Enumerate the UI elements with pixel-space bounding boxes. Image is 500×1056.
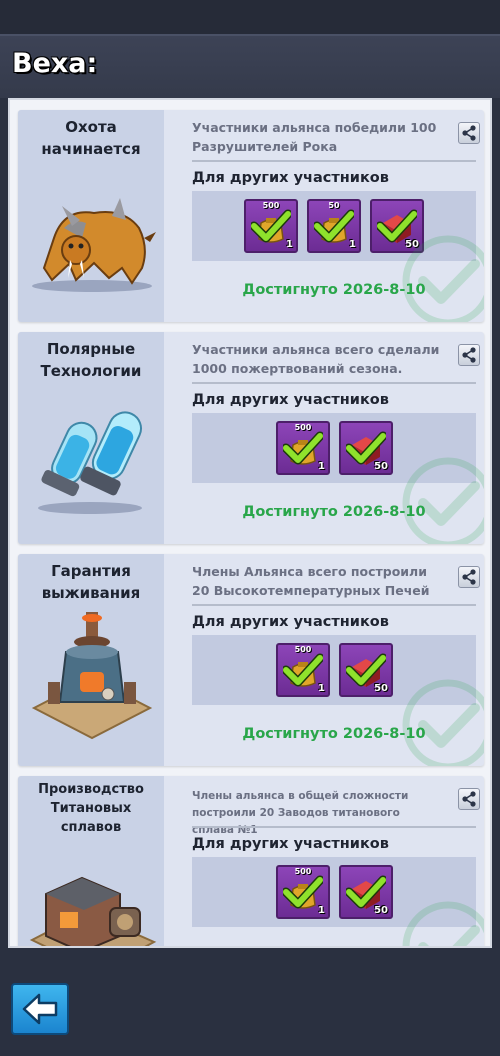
check-icon [346, 431, 386, 465]
milestone-description: Участники альянса победили 100 Разрушите… [192, 120, 437, 154]
milestone-info: Производство Титановых сплавов [18, 776, 164, 946]
milestone-info: Полярные Технологии [18, 332, 164, 544]
milestone-description: Члены альянса в общей сложности построил… [192, 790, 409, 836]
check-icon [283, 653, 323, 687]
milestone-title-line: Гарантия [51, 562, 131, 580]
milestone-title-line: Полярные [46, 340, 136, 358]
titanium-factory-image [29, 876, 157, 946]
rewards-subtitle: Для других участников [192, 836, 389, 852]
milestone-title: Гарантия выживания [18, 560, 164, 604]
share-button[interactable] [458, 788, 480, 810]
milestone-title-line: Технологии [40, 362, 142, 380]
reward-item[interactable]: 500 1 [276, 421, 330, 475]
milestone-list[interactable]: Охота начинается Участники альянса побед… [8, 98, 492, 948]
top-bar [0, 0, 500, 34]
share-button[interactable] [458, 566, 480, 588]
reward-count: 1 [318, 905, 325, 916]
milestone-title-line: Производство [38, 782, 144, 797]
milestone-title-line: Титановых [50, 801, 132, 816]
reward-label: 500 [262, 201, 280, 210]
page-title: Веха: [12, 48, 98, 79]
milestone-card: Производство Титановых сплавов Члены аль… [18, 776, 484, 946]
milestone-title-line: начинается [41, 140, 141, 158]
milestone-info: Охота начинается [18, 110, 164, 322]
divider [192, 382, 476, 384]
completed-check-icon [402, 901, 484, 946]
milestone-title: Полярные Технологии [18, 338, 164, 382]
divider [192, 826, 476, 828]
glass-capsules-image [38, 411, 142, 514]
milestone-description: Участники альянса всего сделали 1000 пож… [192, 342, 440, 376]
reward-count: 1 [349, 239, 356, 250]
reward-item[interactable]: 500 1 [276, 643, 330, 697]
milestone-card: Полярные Технологии Участники альянса вс… [18, 332, 484, 544]
back-button[interactable] [11, 983, 69, 1035]
milestone-title-line: выживания [41, 584, 141, 602]
milestone-title: Охота начинается [18, 116, 164, 160]
rewards-subtitle: Для других участников [192, 392, 389, 408]
milestone-info: Гарантия выживания [18, 554, 164, 766]
share-button[interactable] [458, 122, 480, 144]
milestone-title-line: Охота [65, 118, 117, 136]
reward-item[interactable]: 50 [339, 643, 393, 697]
completed-check-icon [402, 235, 484, 322]
milestone-card: Охота начинается Участники альянса побед… [18, 110, 484, 322]
sabertooth-beast-image [32, 198, 156, 292]
check-icon [314, 209, 354, 243]
check-icon [251, 209, 291, 243]
check-icon [283, 431, 323, 465]
divider [192, 604, 476, 606]
share-icon [462, 569, 476, 585]
furnace-image [31, 612, 153, 740]
milestone-description: Члены Альянса всего построили 20 Высокот… [192, 564, 430, 598]
reward-count: 1 [318, 683, 325, 694]
header: Веха: [0, 34, 500, 98]
reward-item[interactable]: 500 1 [244, 199, 298, 253]
reward-item[interactable]: 50 1 [307, 199, 361, 253]
back-arrow-icon [22, 993, 58, 1025]
reward-count: 50 [374, 461, 388, 472]
divider [192, 160, 476, 162]
reward-count: 1 [286, 239, 293, 250]
reward-label: 500 [294, 867, 312, 876]
check-icon [283, 875, 323, 909]
check-icon [346, 653, 386, 687]
reward-item[interactable]: 50 [339, 865, 393, 919]
milestone-title-line: сплавов [60, 820, 122, 835]
rewards-subtitle: Для других участников [192, 614, 389, 630]
reward-count: 50 [374, 683, 388, 694]
reward-count: 50 [374, 905, 388, 916]
reward-item[interactable]: 50 [339, 421, 393, 475]
reward-count: 1 [318, 461, 325, 472]
completed-check-icon [402, 679, 484, 766]
reward-label: 500 [294, 423, 312, 432]
check-icon [346, 875, 386, 909]
milestone-title: Производство Титановых сплавов [18, 780, 164, 837]
reward-label: 50 [328, 201, 340, 210]
rewards-subtitle: Для других участников [192, 170, 389, 186]
share-icon [462, 125, 476, 141]
reward-label: 500 [294, 645, 312, 654]
completed-check-icon [402, 457, 484, 544]
reward-item[interactable]: 500 1 [276, 865, 330, 919]
share-button[interactable] [458, 344, 480, 366]
share-icon [462, 791, 476, 807]
milestone-card: Гарантия выживания Члены Альянса всего п… [18, 554, 484, 766]
share-icon [462, 347, 476, 363]
